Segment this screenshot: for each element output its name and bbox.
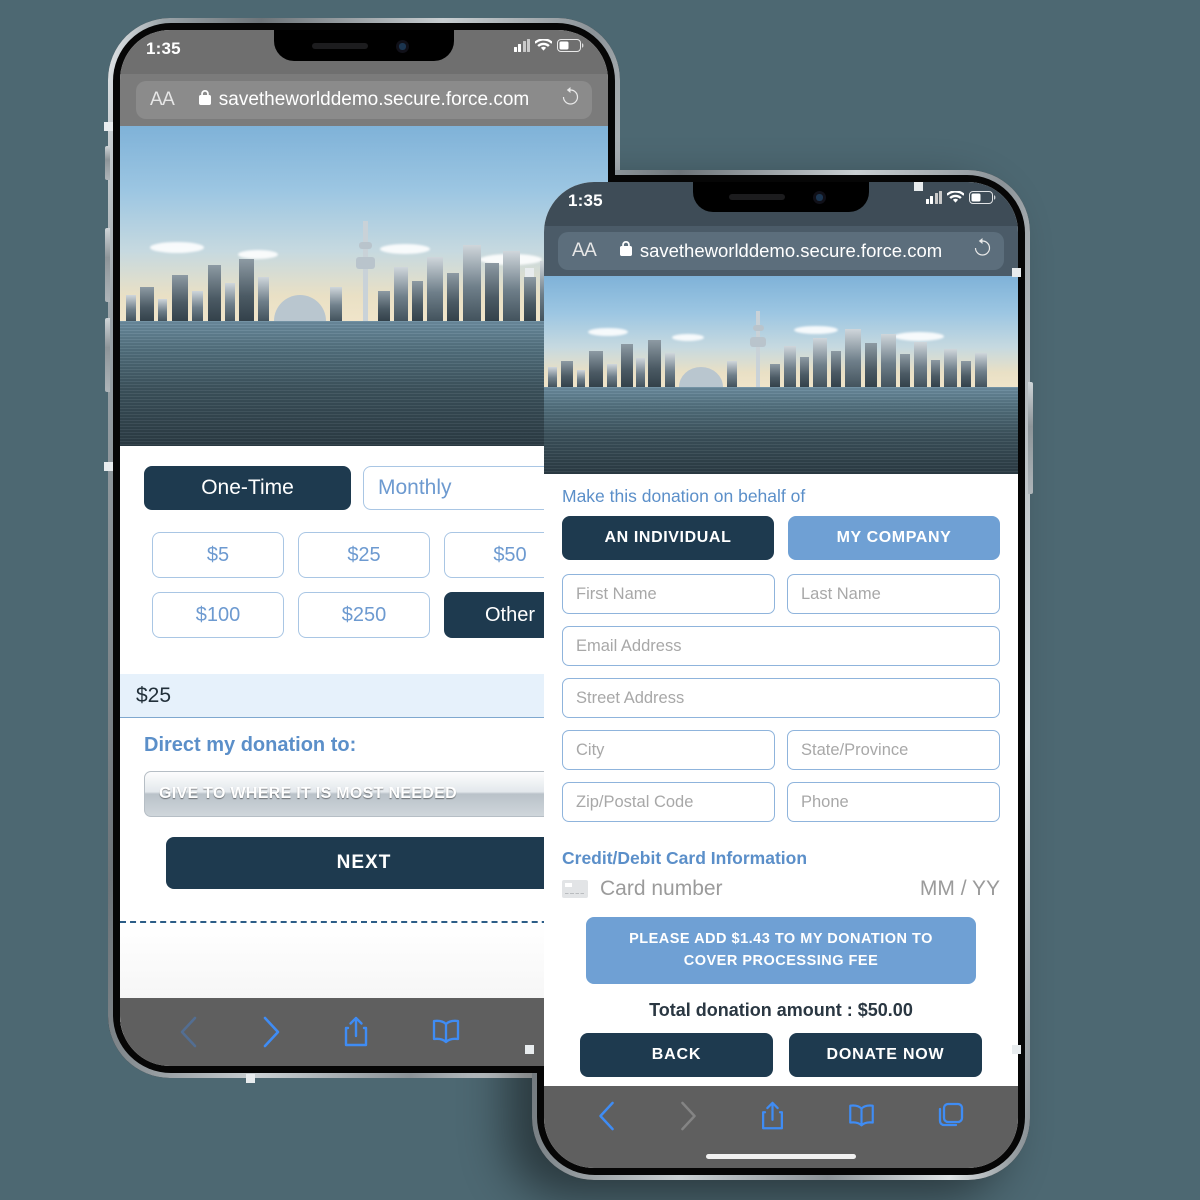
behalf-of-label: Make this donation on behalf of (562, 486, 806, 506)
text-size-button[interactable]: AA (572, 240, 597, 262)
back-url-text: savetheworlddemo.secure.force.com (218, 89, 530, 110)
custom-amount-input[interactable]: $25 (120, 674, 608, 718)
front-phone-device: 1:35 AA savetheworlddemo.secure.force.co… (529, 170, 1033, 1180)
volume-down-button[interactable] (105, 318, 110, 392)
front-camera (396, 40, 409, 53)
front-url-field[interactable]: AA savetheworlddemo.secure.force.com (558, 232, 1004, 270)
back-hero-image (120, 126, 608, 446)
earpiece-speaker (312, 43, 368, 49)
back-url-field[interactable]: AA savetheworlddemo.secure.force.com (136, 81, 592, 119)
front-status-time: 1:35 (568, 191, 603, 210)
chevron-right-icon[interactable] (678, 1101, 698, 1131)
behalf-tab-group: AN INDIVIDUAL MY COMPANY (562, 516, 1000, 560)
donate-now-button[interactable]: DONATE NOW (789, 1032, 982, 1077)
card-number-row[interactable]: Card number MM / YY (562, 877, 1000, 901)
share-icon[interactable] (760, 1101, 785, 1131)
back-status-time: 1:35 (146, 39, 181, 58)
next-button[interactable]: NEXT (166, 837, 562, 889)
wifi-icon (535, 39, 552, 52)
book-icon[interactable] (431, 1016, 461, 1048)
battery-icon (557, 39, 584, 52)
lock-icon (619, 241, 632, 261)
lock-icon (198, 90, 211, 110)
donor-fields-group: First Name Last Name Email Address Stree… (544, 560, 1018, 822)
state-province-field[interactable]: State/Province (787, 730, 1000, 770)
amount-button-250[interactable]: $250 (298, 592, 430, 638)
direct-donation-label: Direct my donation to: (144, 734, 357, 756)
back-phone-screen: 1:35 AA savetheworlddemo.secure.force.co… (120, 30, 608, 1066)
crop-marker (525, 268, 534, 277)
back-button[interactable]: BACK (580, 1032, 773, 1077)
power-button[interactable] (1028, 382, 1033, 494)
behalf-tab-company[interactable]: MY COMPANY (788, 516, 1000, 560)
card-section-heading: Credit/Debit Card Information (562, 848, 808, 868)
front-page-content: Make this donation on behalf of AN INDIV… (544, 474, 1018, 1093)
front-camera (813, 191, 826, 204)
designation-select[interactable]: GIVE TO WHERE IT IS MOST NEEDED (144, 771, 584, 817)
back-browser-toolbar (120, 998, 608, 1066)
street-address-field[interactable]: Street Address (562, 678, 1000, 718)
credit-card-icon (562, 880, 588, 898)
front-url-text: savetheworlddemo.secure.force.com (639, 240, 943, 261)
front-phone-notch (693, 182, 869, 212)
earpiece-speaker (729, 194, 785, 200)
crop-marker (104, 462, 113, 471)
back-page-content: One-Time Monthly $5 $25 $50 $100 $250 Ot… (120, 446, 608, 1035)
reload-icon[interactable] (561, 87, 580, 113)
city-field[interactable]: City (562, 730, 775, 770)
amount-button-100[interactable]: $100 (152, 592, 284, 638)
behalf-tab-individual[interactable]: AN INDIVIDUAL (562, 516, 774, 560)
crop-marker (1012, 268, 1021, 277)
front-phone-screen: 1:35 AA savetheworlddemo.secure.force.co… (544, 182, 1018, 1168)
back-browser-bar: AA savetheworlddemo.secure.force.com (120, 74, 608, 126)
text-size-button[interactable]: AA (150, 89, 175, 111)
chevron-left-icon[interactable] (597, 1101, 617, 1131)
battery-icon (969, 191, 996, 204)
cover-processing-fee-button[interactable]: PLEASE ADD $1.43 TO MY DONATION TO COVER… (586, 917, 976, 984)
phone-field[interactable]: Phone (787, 782, 1000, 822)
city-skyline (120, 216, 608, 322)
front-browser-bar: AA savetheworlddemo.secure.force.com (544, 226, 1018, 276)
city-skyline (544, 309, 1018, 387)
cellular-bars-icon (513, 39, 530, 52)
front-hero-image (544, 276, 1018, 474)
reload-icon[interactable] (973, 238, 992, 264)
volume-up-button[interactable] (105, 228, 110, 302)
tabs-icon[interactable] (937, 1101, 965, 1131)
cellular-bars-icon (925, 191, 942, 204)
amount-button-5[interactable]: $5 (152, 532, 284, 578)
chevron-left-icon[interactable] (179, 1016, 199, 1048)
share-icon[interactable] (343, 1016, 369, 1048)
mute-switch[interactable] (105, 146, 110, 180)
card-information-section: Credit/Debit Card Information Card numbe… (544, 822, 1018, 901)
crop-marker (1012, 1045, 1021, 1054)
action-button-group: BACK DONATE NOW (544, 1021, 1018, 1093)
amount-button-25[interactable]: $25 (298, 532, 430, 578)
chevron-right-icon[interactable] (261, 1016, 281, 1048)
card-expiry-input[interactable]: MM / YY (920, 877, 1000, 901)
crop-marker (246, 1074, 255, 1083)
zip-postal-code-field[interactable]: Zip/Postal Code (562, 782, 775, 822)
card-number-input[interactable]: Card number (600, 877, 920, 901)
home-indicator[interactable] (706, 1154, 856, 1159)
total-donation-amount: Total donation amount : $50.00 (649, 999, 913, 1020)
back-phone-notch (274, 30, 454, 61)
crop-marker (914, 182, 923, 191)
frequency-tab-one-time[interactable]: One-Time (144, 466, 351, 510)
book-icon[interactable] (847, 1101, 876, 1131)
last-name-field[interactable]: Last Name (787, 574, 1000, 614)
crop-marker (525, 1045, 534, 1054)
wifi-icon (947, 191, 964, 204)
email-address-field[interactable]: Email Address (562, 626, 1000, 666)
crop-marker (104, 122, 113, 131)
screenshot-canvas: 1:35 AA savetheworlddemo.secure.force.co… (0, 0, 1200, 1200)
amount-button-grid: $5 $25 $50 $100 $250 Other (120, 510, 608, 638)
frequency-tab-group: One-Time Monthly (120, 446, 608, 510)
first-name-field[interactable]: First Name (562, 574, 775, 614)
